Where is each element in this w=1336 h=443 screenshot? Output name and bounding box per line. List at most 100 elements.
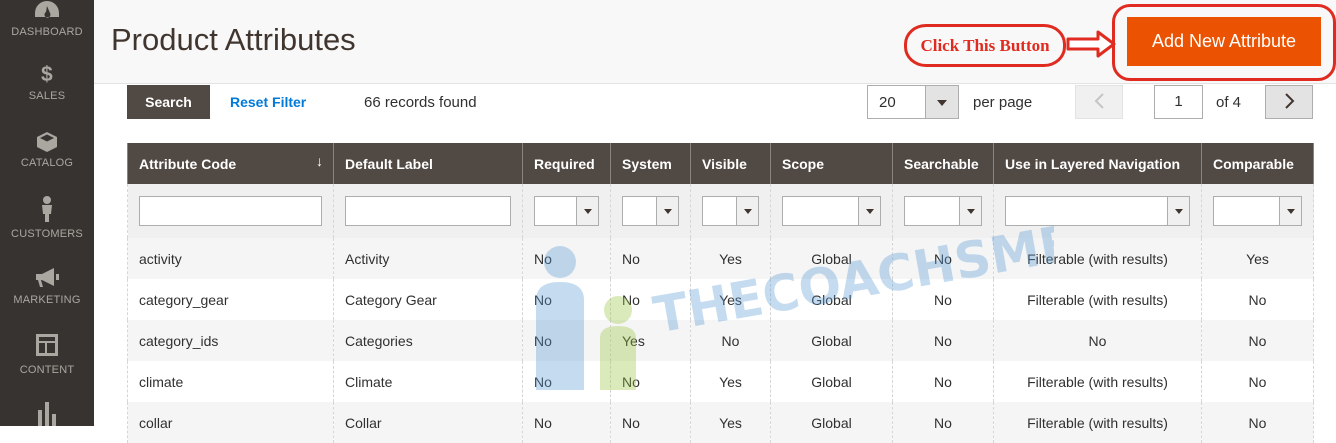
comparable-filter-select[interactable] [1213, 196, 1302, 226]
attribute-code-filter-input[interactable] [139, 196, 322, 226]
table-cell: Yes [690, 402, 771, 443]
column-header[interactable]: Attribute Code ↓ [127, 143, 334, 184]
box-icon [0, 131, 94, 153]
table-cell: Filterable (with results) [993, 361, 1202, 402]
table-cell: Collar [333, 402, 523, 443]
table-row[interactable]: activity Activity No No Yes Global No Filterabl… [127, 238, 1314, 279]
next-page-button[interactable] [1265, 85, 1313, 119]
required-filter-select[interactable] [534, 196, 599, 226]
page-count: of 4 [1216, 94, 1242, 111]
nav-content[interactable]: CONTENT [0, 334, 94, 376]
visible-filter-select[interactable] [702, 196, 759, 226]
filter-cell [1201, 184, 1314, 238]
per-page-select[interactable]: 20 [867, 85, 959, 119]
column-header[interactable]: Comparable [1201, 143, 1314, 184]
main-content: Product Attributes Click This Button Add… [94, 0, 1336, 443]
column-header[interactable]: Default Label [333, 143, 523, 184]
scope-filter-select[interactable] [782, 196, 881, 226]
page-number-input[interactable]: 1 [1154, 85, 1203, 119]
table-cell: Yes [1201, 238, 1314, 279]
select-toggle[interactable] [576, 197, 598, 225]
nav-sales[interactable]: $ SALES [0, 63, 94, 103]
filter-row [127, 184, 1314, 238]
nav-dashboard[interactable]: DASHBOARD [0, 0, 94, 38]
column-header[interactable]: Required [522, 143, 611, 184]
filter-cell [333, 184, 523, 238]
table-cell: climate [127, 361, 334, 402]
select-toggle[interactable] [1167, 197, 1189, 225]
table-cell: No [892, 402, 994, 443]
nav-catalog[interactable]: CATALOG [0, 131, 94, 169]
column-header[interactable]: Searchable [892, 143, 994, 184]
previous-page-button[interactable] [1075, 85, 1123, 119]
select-toggle[interactable] [736, 197, 758, 225]
table-cell: activity [127, 238, 334, 279]
records-count: 66 records found [364, 94, 477, 111]
filter-cell [690, 184, 771, 238]
nav-label: MARKETING [13, 294, 81, 306]
table-cell: Yes [690, 279, 771, 320]
column-header[interactable]: System [610, 143, 691, 184]
reset-filter-link[interactable]: Reset Filter [230, 94, 306, 110]
nav-label: CUSTOMERS [11, 228, 83, 240]
page-title: Product Attributes [111, 22, 356, 57]
table-cell: collar [127, 402, 334, 443]
nav-label: DASHBOARD [11, 26, 83, 38]
chevron-down-icon [865, 209, 874, 214]
bar-chart-icon [0, 402, 94, 426]
table-row[interactable]: category_gear Category Gear No No Yes Global N… [127, 279, 1314, 320]
chevron-down-icon [663, 209, 672, 214]
table-cell: No [892, 279, 994, 320]
table-cell: No [1201, 279, 1314, 320]
table-cell: Yes [690, 361, 771, 402]
table-row[interactable]: climate Climate No No Yes Global No Filterable … [127, 361, 1314, 402]
select-toggle[interactable] [858, 197, 880, 225]
filter-cell [127, 184, 334, 238]
filter-cell [610, 184, 691, 238]
search-button[interactable]: Search [127, 85, 210, 119]
chevron-down-icon [966, 209, 975, 214]
sort-arrow-icon: ↓ [316, 153, 323, 169]
table-cell: No [522, 361, 611, 402]
column-header[interactable]: Use in Layered Navigation [993, 143, 1202, 184]
select-toggle[interactable] [959, 197, 981, 225]
table-cell: No [522, 279, 611, 320]
column-header[interactable]: Scope [770, 143, 893, 184]
select-toggle[interactable] [1279, 197, 1301, 225]
system-filter-select[interactable] [622, 196, 679, 226]
layered-navigation-filter-select[interactable] [1005, 196, 1190, 226]
annotation-callout: Click This Button [904, 24, 1066, 67]
nav-reports[interactable] [0, 402, 94, 428]
default-label-filter-input[interactable] [345, 196, 511, 226]
nav-customers[interactable]: CUSTOMERS [0, 196, 94, 240]
per-page-label: per page [973, 94, 1033, 111]
searchable-filter-select[interactable] [904, 196, 982, 226]
per-page-value: 20 [879, 94, 896, 111]
table-cell: Yes [610, 320, 691, 361]
select-toggle[interactable] [656, 197, 678, 225]
filter-cell [522, 184, 611, 238]
table-cell: category_gear [127, 279, 334, 320]
table-cell: No [522, 238, 611, 279]
table-cell: Global [770, 320, 893, 361]
admin-sidebar: DASHBOARD $ SALES CATALOG CUSTOMERS MARK… [0, 0, 94, 426]
table-cell: Activity [333, 238, 523, 279]
table-row[interactable]: collar Collar No No Yes Global No Filterable (w… [127, 402, 1314, 443]
nav-label: CATALOG [20, 157, 74, 169]
table-cell: No [610, 279, 691, 320]
grid-body: activity Activity No No Yes Global No Filterabl… [127, 238, 1314, 443]
chevron-right-icon [1285, 93, 1295, 109]
table-cell: No [610, 361, 691, 402]
table-cell: Climate [333, 361, 523, 402]
chevron-down-icon [743, 209, 752, 214]
table-row[interactable]: category_ids Categories No Yes No Global No No N… [127, 320, 1314, 361]
nav-marketing[interactable]: MARKETING [0, 268, 94, 306]
grid-header-row: Attribute Code ↓ Default Label Required S… [127, 143, 1314, 184]
column-header[interactable]: Visible [690, 143, 771, 184]
table-cell: Category Gear [333, 279, 523, 320]
table-cell: No [522, 320, 611, 361]
per-page-toggle[interactable] [925, 86, 958, 118]
dollar-icon: $ [41, 63, 53, 86]
table-cell: category_ids [127, 320, 334, 361]
add-new-attribute-button[interactable]: Add New Attribute [1127, 17, 1321, 66]
